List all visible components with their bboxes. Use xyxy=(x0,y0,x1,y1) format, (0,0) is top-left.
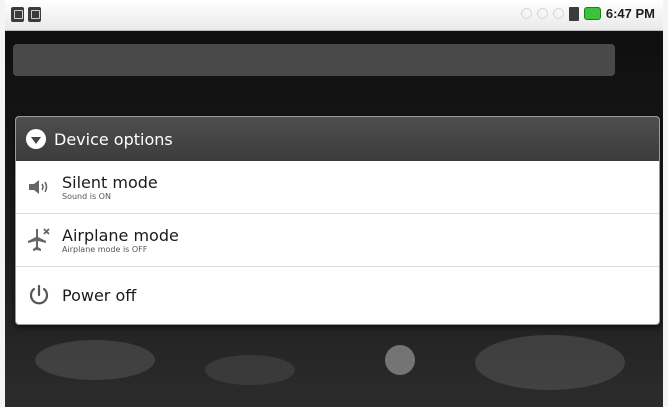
option-label: Power off xyxy=(62,285,137,305)
clock: 6:47 PM xyxy=(605,6,655,21)
sync-icon xyxy=(520,8,532,19)
bluetooth-icon xyxy=(552,8,564,19)
speaker-icon xyxy=(26,174,52,200)
status-bar[interactable]: 6:47 PM xyxy=(5,0,663,31)
power-off-option[interactable]: Power off xyxy=(16,267,659,323)
wallpaper-blob xyxy=(475,335,625,390)
device-options-dialog: Device options Silent mode Sound is ON A… xyxy=(15,116,660,325)
signal-icon xyxy=(568,6,579,21)
wallpaper-blob xyxy=(385,345,415,375)
screen: 6:47 PM Device options Silent mode Sound… xyxy=(5,0,663,407)
wallpaper-blob xyxy=(205,355,295,385)
power-icon xyxy=(26,282,52,308)
wifi-icon xyxy=(536,8,548,19)
usb-debug-icon xyxy=(28,7,41,22)
option-sublabel: Sound is ON xyxy=(62,191,111,201)
airplane-mode-option[interactable]: Airplane mode Airplane mode is OFF xyxy=(16,214,659,267)
silent-mode-option[interactable]: Silent mode Sound is ON xyxy=(16,161,659,214)
option-label: Silent mode xyxy=(62,172,158,192)
battery-icon xyxy=(583,7,601,20)
search-bar xyxy=(13,44,615,76)
wallpaper-blob xyxy=(35,340,155,380)
usb-icon xyxy=(11,7,24,22)
chevron-down-icon xyxy=(26,129,46,149)
dialog-title: Device options xyxy=(54,129,173,149)
airplane-icon xyxy=(26,227,52,253)
dialog-header: Device options xyxy=(16,117,659,161)
option-label: Airplane mode xyxy=(62,225,179,245)
option-sublabel: Airplane mode is OFF xyxy=(62,244,148,254)
